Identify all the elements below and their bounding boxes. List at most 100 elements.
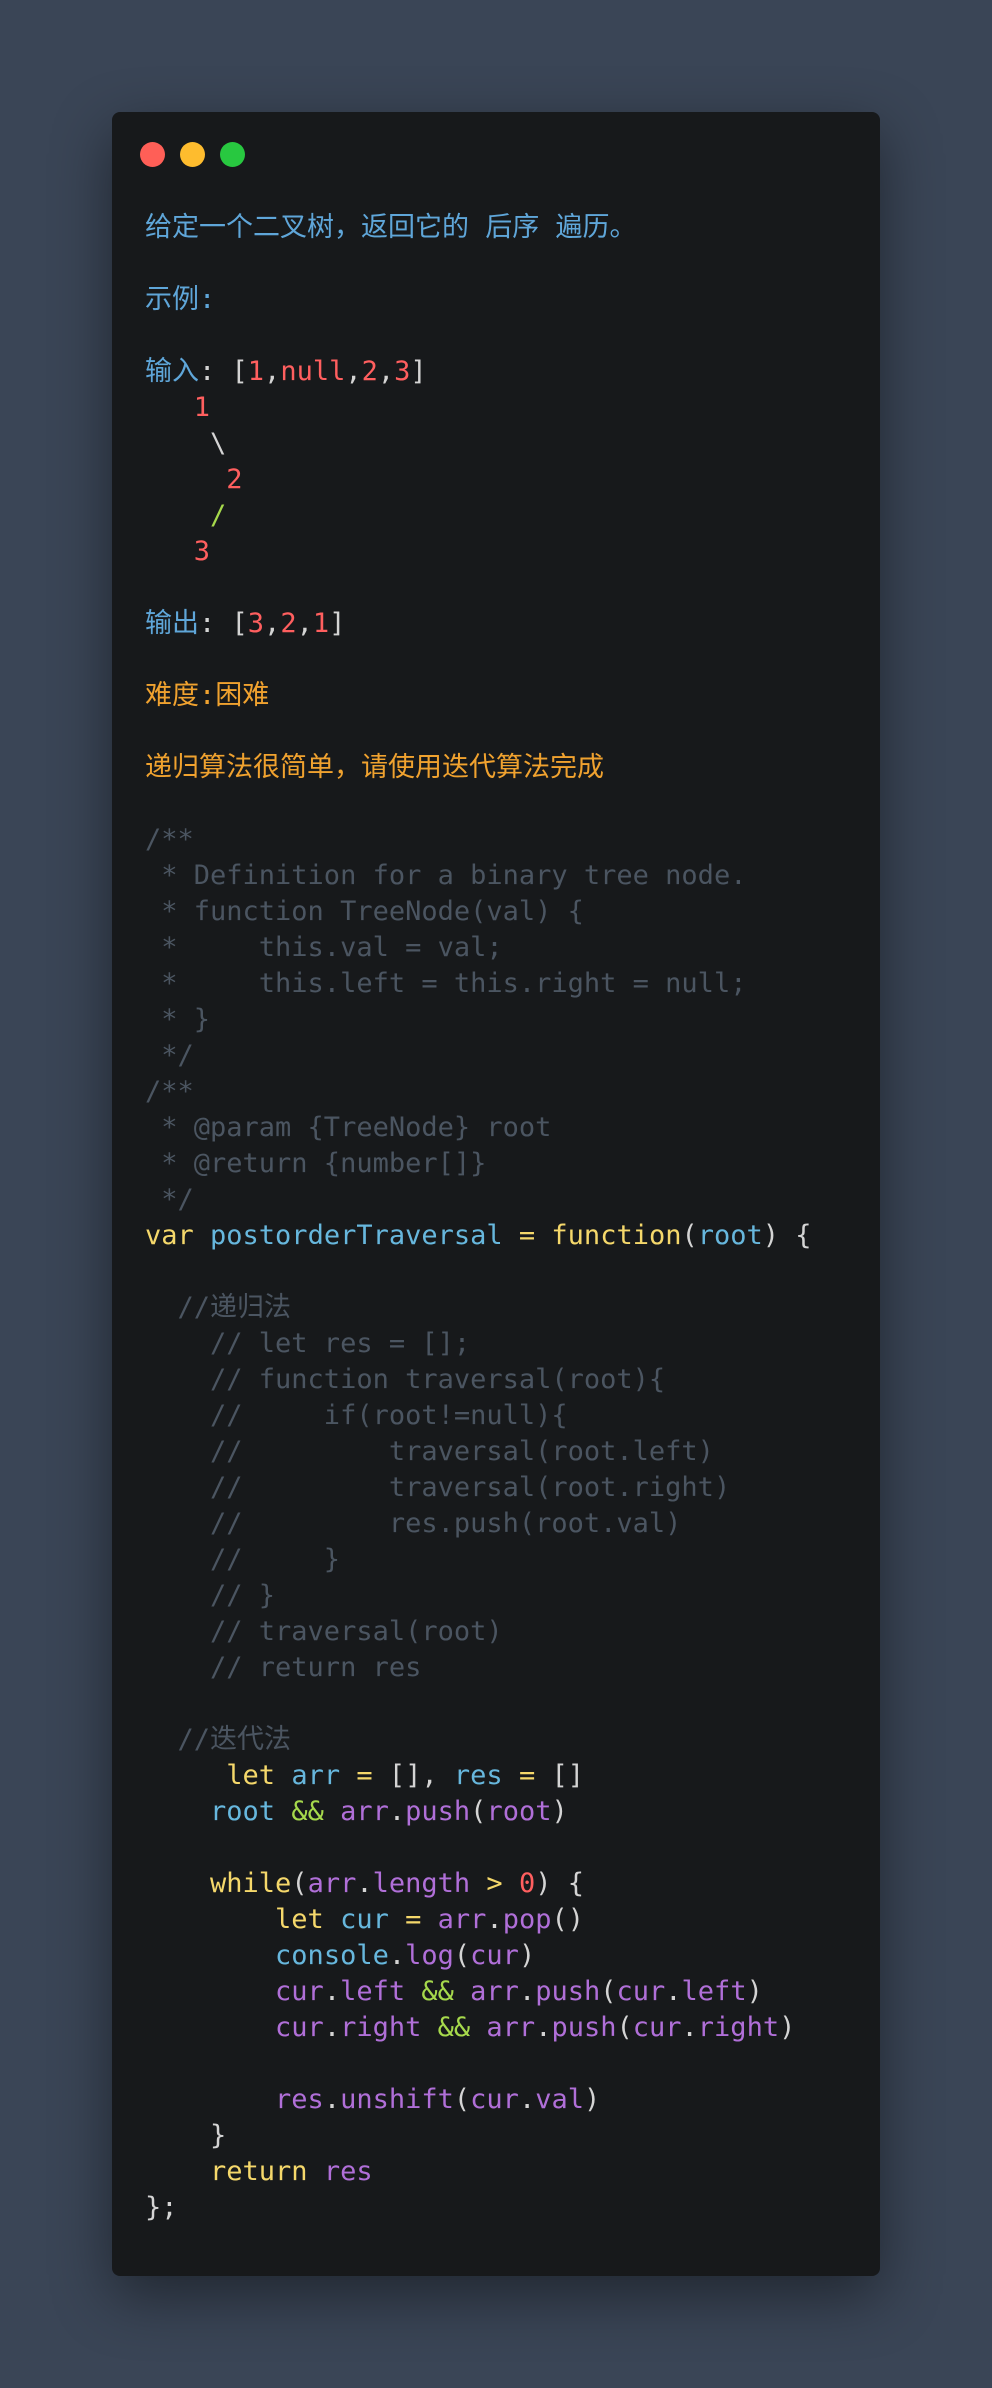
- code-token: .: [323, 2084, 341, 2115]
- code-window: 给定一个二叉树，返回它的 后序 遍历。 示例: 输入: [1,null,2,3] 1…: [112, 112, 880, 2276]
- code-token: : [: [199, 356, 248, 387]
- code-line: cur.right && arr.push(cur.right): [145, 2010, 812, 2046]
- code-token: let: [275, 1904, 341, 1935]
- code-token: (: [681, 1220, 698, 1251]
- code-token: ]: [410, 356, 427, 387]
- code-line: 给定一个二叉树，返回它的 后序 遍历。: [145, 210, 812, 246]
- code-token: * this.left = this.right = null;: [145, 968, 747, 999]
- code-token: /**: [145, 1076, 194, 1107]
- code-line: res.unshift(cur.val): [145, 2082, 812, 2118]
- code-token: .: [388, 1796, 406, 1827]
- code-line: * function TreeNode(val) {: [145, 894, 812, 930]
- code-token: // traversal(root.right): [145, 1472, 731, 1503]
- code-line: 难度:困难: [145, 678, 812, 714]
- code-token: */: [145, 1184, 194, 1215]
- code-line: * this.left = this.right = null;: [145, 966, 812, 1002]
- code-line: // return res: [145, 1650, 812, 1686]
- code-token: * this.val = val;: [145, 932, 503, 963]
- code-token: 输出: [145, 608, 199, 639]
- code-token: &&: [275, 1796, 341, 1827]
- code-token: cur: [275, 2012, 324, 2043]
- code-token: ,: [264, 356, 281, 387]
- code-token: // function traversal(root){: [145, 1364, 666, 1395]
- maximize-window-dot-icon[interactable]: [220, 142, 245, 167]
- code-token: // let res = [];: [145, 1328, 471, 1359]
- code-token: 示例:: [145, 284, 216, 315]
- code-token: 3: [394, 356, 411, 387]
- code-line: //迭代法: [145, 1722, 812, 1758]
- code-token: ) {: [535, 1868, 584, 1899]
- code-token: root: [486, 1796, 552, 1827]
- code-token: .: [356, 1868, 373, 1899]
- code-token: * function TreeNode(val) {: [145, 896, 584, 927]
- code-token: null: [280, 356, 346, 387]
- code-token: cur: [470, 1940, 519, 1971]
- code-token: res: [275, 2084, 324, 2115]
- code-token: 3: [193, 536, 211, 567]
- code-token: arr: [470, 1976, 519, 2007]
- code-token: .: [518, 1976, 536, 2007]
- code-token: (): [551, 1904, 584, 1935]
- code-token: // traversal(root.left): [145, 1436, 714, 1467]
- code-token: .: [323, 2012, 341, 2043]
- code-token: res: [453, 1760, 503, 1791]
- code-line: // traversal(root.left): [145, 1434, 812, 1470]
- close-window-dot-icon[interactable]: [140, 142, 165, 167]
- code-token: while: [210, 1868, 292, 1899]
- code-token: ) {: [762, 1220, 812, 1251]
- code-token: push: [535, 1976, 601, 2007]
- code-line: /: [145, 498, 812, 534]
- code-line: 输出: [3,2,1]: [145, 606, 812, 642]
- code-line: root && arr.push(root): [145, 1794, 812, 1830]
- code-line: * }: [145, 1002, 812, 1038]
- code-line: * Definition for a binary tree node.: [145, 858, 812, 894]
- code-token: 输入: [145, 356, 199, 387]
- code-token: 1: [193, 392, 211, 423]
- code-line: * @return {number[]}: [145, 1146, 812, 1182]
- code-line: // traversal(root): [145, 1614, 812, 1650]
- code-token: arr: [340, 1796, 389, 1827]
- code-token: cur: [632, 2012, 682, 2043]
- code-token: log: [405, 1940, 454, 1971]
- code-token: ): [779, 2012, 796, 2043]
- code-token: right: [697, 2012, 780, 2043]
- code-token: (: [600, 1976, 617, 2007]
- code-token: var: [145, 1220, 211, 1251]
- code-token: .: [323, 1976, 341, 2007]
- code-line: // traversal(root.right): [145, 1470, 812, 1506]
- code-token: &&: [421, 2012, 487, 2043]
- code-token: // traversal(root): [145, 1616, 503, 1647]
- code-line: //递归法: [145, 1290, 812, 1326]
- code-line: // }: [145, 1578, 812, 1614]
- code-line: 递归算法很简单，请使用迭代算法完成: [145, 750, 812, 786]
- code-token: 1: [247, 356, 265, 387]
- minimize-window-dot-icon[interactable]: [180, 142, 205, 167]
- code-token: ,: [345, 356, 362, 387]
- code-line: cur.left && arr.push(cur.left): [145, 1974, 812, 2010]
- code-token: push: [551, 2012, 617, 2043]
- code-token: console: [275, 1940, 389, 1971]
- code-token: ): [518, 1940, 536, 1971]
- code-line: var postorderTraversal = function(root) …: [145, 1218, 812, 1254]
- code-token: // }: [145, 1544, 341, 1575]
- code-token: left: [340, 1976, 406, 2007]
- code-token: 递归算法很简单，请使用迭代算法完成: [145, 752, 604, 783]
- code-token: }: [145, 2120, 227, 2151]
- code-token: .: [518, 2084, 536, 2115]
- code-line: // let res = [];: [145, 1326, 812, 1362]
- code-token: ): [583, 2084, 601, 2115]
- code-token: // if(root!=null){: [145, 1400, 568, 1431]
- code-token: .: [535, 2012, 552, 2043]
